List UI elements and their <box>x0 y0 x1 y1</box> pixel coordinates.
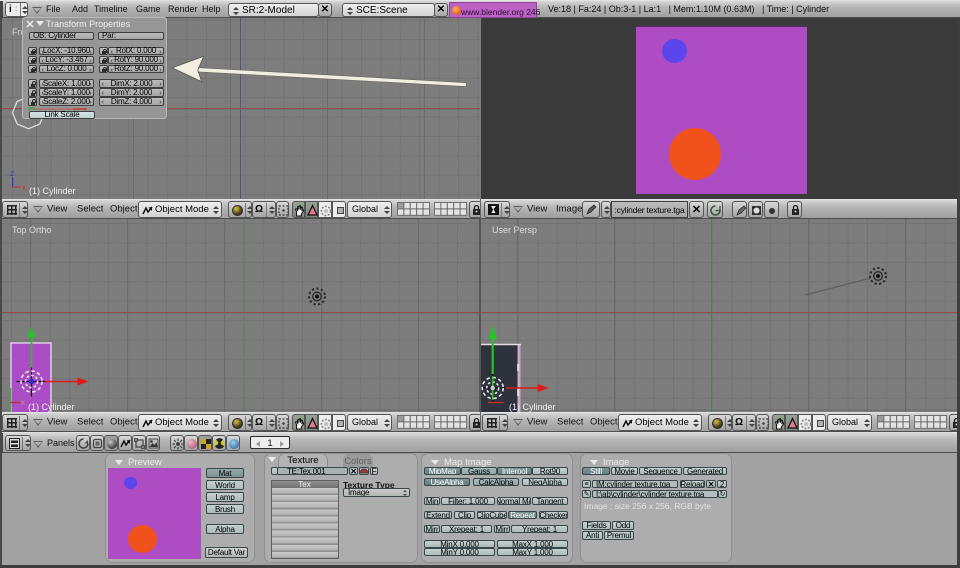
svg-text:z: z <box>10 169 14 178</box>
svg-text:x: x <box>22 183 26 192</box>
svg-text:x: x <box>21 398 25 407</box>
